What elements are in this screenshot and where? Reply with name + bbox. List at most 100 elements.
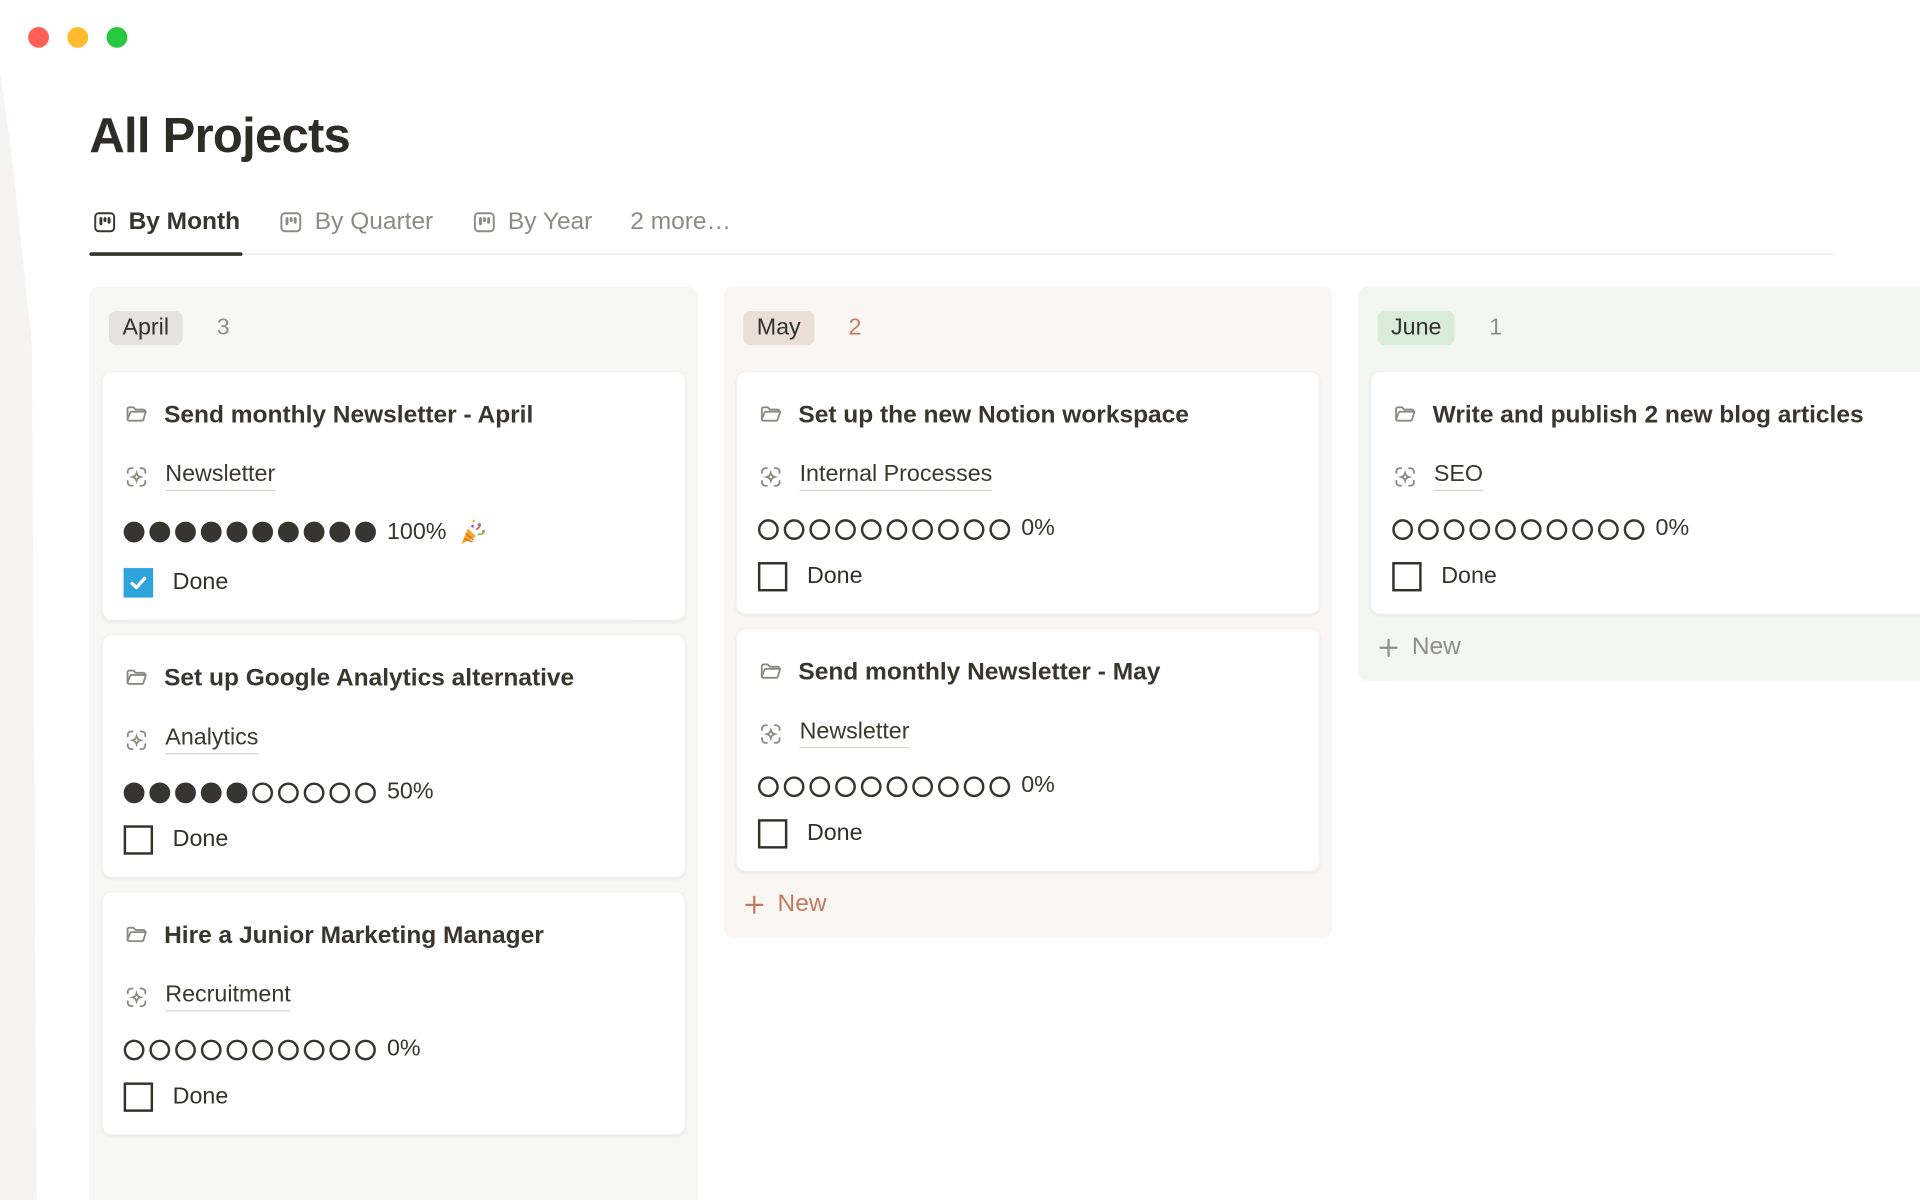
card-tag-row: Recruitment [124, 982, 665, 1011]
progress-dot [329, 782, 350, 803]
project-card[interactable]: Write and publish 2 new blog articles SE… [1370, 371, 1920, 615]
done-label: Done [173, 827, 229, 854]
column-month-badge[interactable]: May [743, 311, 814, 345]
column-april: April 3 Send monthly Newsletter - April … [89, 287, 698, 1200]
open-folder-icon [758, 659, 784, 685]
project-tag-link[interactable]: Newsletter [165, 462, 275, 491]
done-row: Done [758, 818, 1299, 850]
project-tag-link[interactable]: SEO [1434, 462, 1483, 491]
minimize-window-button[interactable] [67, 27, 88, 48]
open-folder-icon [1392, 402, 1418, 428]
card-list: Set up the new Notion workspace Internal… [736, 371, 1320, 872]
column-june: June 1 Write and publish 2 new blog arti… [1358, 287, 1920, 681]
progress-dot [149, 1039, 170, 1060]
done-row: Done [124, 824, 665, 856]
new-card-label: New [778, 890, 827, 918]
card-title: Send monthly Newsletter - April [164, 402, 533, 429]
column-header: April 3 [109, 311, 678, 345]
done-checkbox[interactable] [758, 819, 787, 848]
project-tag-link[interactable]: Analytics [165, 725, 258, 754]
card-title: Hire a Junior Marketing Manager [164, 922, 544, 949]
new-card-button[interactable]: New [743, 890, 1312, 918]
progress-row: 0% [1392, 516, 1920, 543]
progress-dot [227, 522, 248, 543]
done-checkbox[interactable] [124, 568, 153, 597]
progress-dot [912, 776, 933, 797]
done-label: Done [807, 820, 863, 847]
plus-icon [743, 893, 765, 915]
card-title: Set up the new Notion workspace [798, 402, 1189, 429]
progress-dot [964, 519, 985, 540]
relation-icon [758, 721, 784, 747]
progress-dots [1392, 519, 1644, 540]
close-window-button[interactable] [28, 27, 49, 48]
progress-dot [304, 782, 325, 803]
project-card[interactable]: Send monthly Newsletter - April Newslett… [102, 371, 686, 621]
progress-percent: 0% [1021, 773, 1055, 800]
new-card-button[interactable]: New [1378, 633, 1920, 661]
done-checkbox[interactable] [1392, 562, 1421, 591]
done-row: Done [124, 1081, 665, 1113]
progress-dot [227, 782, 248, 803]
card-tag-row: SEO [1392, 462, 1920, 491]
board-view-icon [92, 209, 118, 235]
done-checkbox[interactable] [124, 1082, 153, 1111]
progress-dot [355, 522, 376, 543]
progress-dot [887, 519, 908, 540]
plus-icon [1378, 636, 1400, 658]
progress-dot [329, 522, 350, 543]
column-month-badge[interactable]: April [109, 311, 182, 345]
progress-row: 0% [758, 516, 1299, 543]
relation-icon [1392, 463, 1418, 489]
project-tag-link[interactable]: Internal Processes [800, 462, 993, 491]
zoom-window-button[interactable] [107, 27, 128, 48]
done-checkbox[interactable] [758, 562, 787, 591]
progress-dots [124, 522, 376, 543]
progress-dot [989, 776, 1010, 797]
progress-dot [887, 776, 908, 797]
card-list: Write and publish 2 new blog articles SE… [1370, 371, 1920, 615]
project-card[interactable]: Hire a Junior Marketing Manager Recruitm… [102, 891, 686, 1135]
progress-percent: 0% [1021, 516, 1055, 543]
tab-by-year[interactable]: By Year [469, 201, 595, 254]
progress-dot [227, 1039, 248, 1060]
page-content: All Projects By Month [0, 0, 1920, 1200]
column-month-badge[interactable]: June [1378, 311, 1455, 345]
card-tag-row: Internal Processes [758, 462, 1299, 491]
progress-dot [149, 522, 170, 543]
done-label: Done [1441, 563, 1497, 590]
progress-dot [252, 782, 273, 803]
column-card-count: 1 [1489, 315, 1502, 342]
done-label: Done [173, 569, 229, 596]
project-card[interactable]: Send monthly Newsletter - May Newsletter… [736, 628, 1320, 872]
progress-dot [175, 1039, 196, 1060]
tab-by-quarter[interactable]: By Quarter [276, 201, 436, 254]
card-title-row: Send monthly Newsletter - May [758, 656, 1299, 689]
card-title: Write and publish 2 new blog articles [1433, 402, 1864, 429]
board-view-icon [278, 209, 304, 235]
progress-dot [1469, 519, 1490, 540]
progress-dot [1547, 519, 1568, 540]
tab-by-month[interactable]: By Month [89, 201, 242, 254]
project-tag-link[interactable]: Recruitment [165, 982, 290, 1011]
column-header: May 2 [743, 311, 1312, 345]
project-tag-link[interactable]: Newsletter [800, 719, 910, 748]
progress-dot [149, 782, 170, 803]
relation-icon [124, 727, 150, 753]
party-popper-icon [455, 516, 488, 549]
progress-dot [1495, 519, 1516, 540]
column-card-count: 2 [848, 315, 861, 342]
progress-dot [758, 519, 779, 540]
done-checkbox[interactable] [124, 825, 153, 854]
card-title-row: Hire a Junior Marketing Manager [124, 920, 665, 953]
progress-dots [124, 1039, 376, 1060]
open-folder-icon [124, 922, 150, 948]
project-card[interactable]: Set up the new Notion workspace Internal… [736, 371, 1320, 615]
done-row: Done [758, 561, 1299, 593]
progress-dot [1444, 519, 1465, 540]
progress-dot [1598, 519, 1619, 540]
tab-more-views[interactable]: 2 more… [628, 201, 734, 254]
project-card[interactable]: Set up Google Analytics alternative Anal… [102, 634, 686, 878]
column-may: May 2 Set up the new Notion workspace In… [724, 287, 1333, 938]
progress-dot [1392, 519, 1413, 540]
